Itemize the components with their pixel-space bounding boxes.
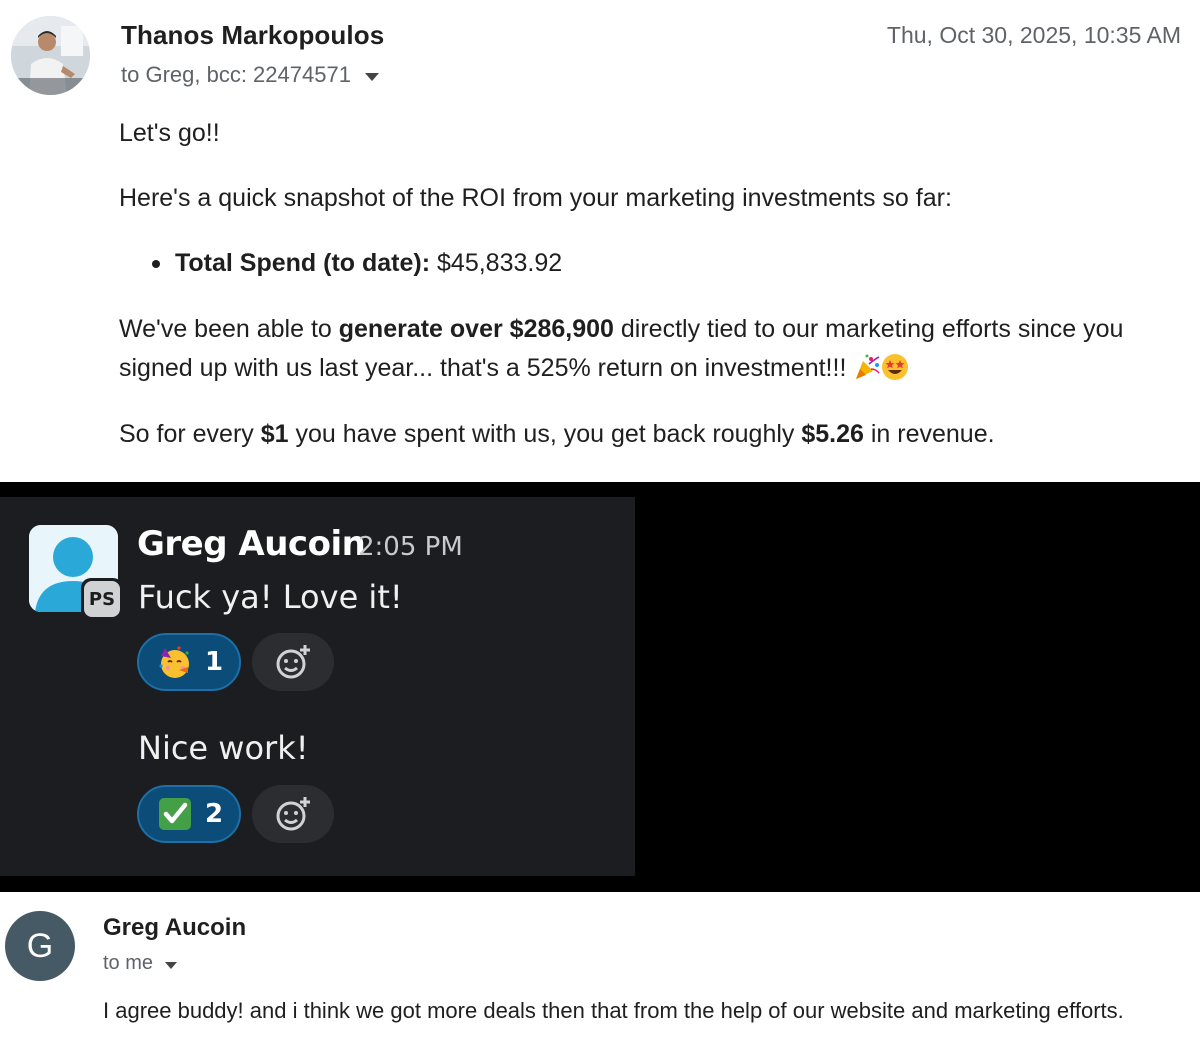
email-message-2: G Greg Aucoin to me I agree buddy! and i… <box>0 892 1200 1057</box>
per-dollar-text: So for every $1 you have spent with us, … <box>119 415 995 454</box>
recipients-text: to me <box>103 952 154 974</box>
every-mid: you have spent with us, you get back rou… <box>288 420 802 448</box>
star-struck-icon <box>882 354 909 380</box>
slack-timestamp[interactable]: 2:05 PM <box>358 532 463 562</box>
bullet-dot <box>152 260 160 268</box>
workspace-badge: PS <box>81 578 123 620</box>
recipients-line: to Greg, bcc: 22474571 <box>121 62 379 88</box>
party-popper-icon <box>856 354 880 379</box>
every-bold-1: $1 <box>260 420 289 448</box>
bullet-value: $45,833.92 <box>430 249 563 277</box>
every-prefix: So for every <box>119 420 261 448</box>
reaction-count-1: 1 <box>205 647 224 677</box>
sender-name[interactable]: Thanos Markopoulos <box>121 20 384 51</box>
add-reaction-icon <box>276 645 310 679</box>
sender-avatar-photo[interactable] <box>11 16 90 95</box>
slack-message-1: Fuck ya! Love it! <box>138 578 403 616</box>
gen-bold: generate over $286,900 <box>338 315 614 343</box>
add-reaction-button-2[interactable] <box>252 785 334 843</box>
chevron-down-icon[interactable] <box>165 961 178 969</box>
add-reaction-icon <box>276 797 310 831</box>
email-message-1: Thanos Markopoulos Thu, Oct 30, 2025, 10… <box>0 0 1200 482</box>
recipients-text: to Greg, bcc: 22474571 <box>121 62 351 87</box>
recipients-line: to me <box>103 952 178 975</box>
slack-message-2: Nice work! <box>138 729 309 767</box>
partying-face-icon <box>159 646 189 678</box>
gen-prefix: We've been able to <box>119 315 339 343</box>
intro-text: Here's a quick snapshot of the ROI from … <box>119 184 952 212</box>
add-reaction-button-1[interactable] <box>252 633 334 691</box>
check-mark-icon <box>159 798 191 830</box>
workspace-badge-label: PS <box>84 581 120 617</box>
sender-name[interactable]: Greg Aucoin <box>103 914 246 942</box>
chevron-down-icon[interactable] <box>364 72 379 81</box>
every-suffix: in revenue. <box>863 420 995 448</box>
every-bold-2: $5.26 <box>801 420 864 448</box>
bullet-label: Total Spend (to date): <box>175 249 431 277</box>
bullet-item: Total Spend (to date): $45,833.92 <box>152 244 563 283</box>
reaction-check-mark[interactable]: 2 <box>137 785 241 843</box>
slack-user-name[interactable]: Greg Aucoin <box>137 524 366 564</box>
email-date: Thu, Oct 30, 2025, 10:35 AM <box>886 22 1181 48</box>
email-body: I agree buddy! and i think we got more d… <box>103 998 1124 1023</box>
reaction-count-2: 2 <box>205 799 224 829</box>
reaction-partying-face[interactable]: 1 <box>137 633 241 691</box>
sender-avatar-letter[interactable]: G <box>5 911 75 981</box>
generated-revenue-text: We've been able to generate over $286,90… <box>119 310 1189 388</box>
greeting-text: Let's go!! <box>119 119 220 147</box>
